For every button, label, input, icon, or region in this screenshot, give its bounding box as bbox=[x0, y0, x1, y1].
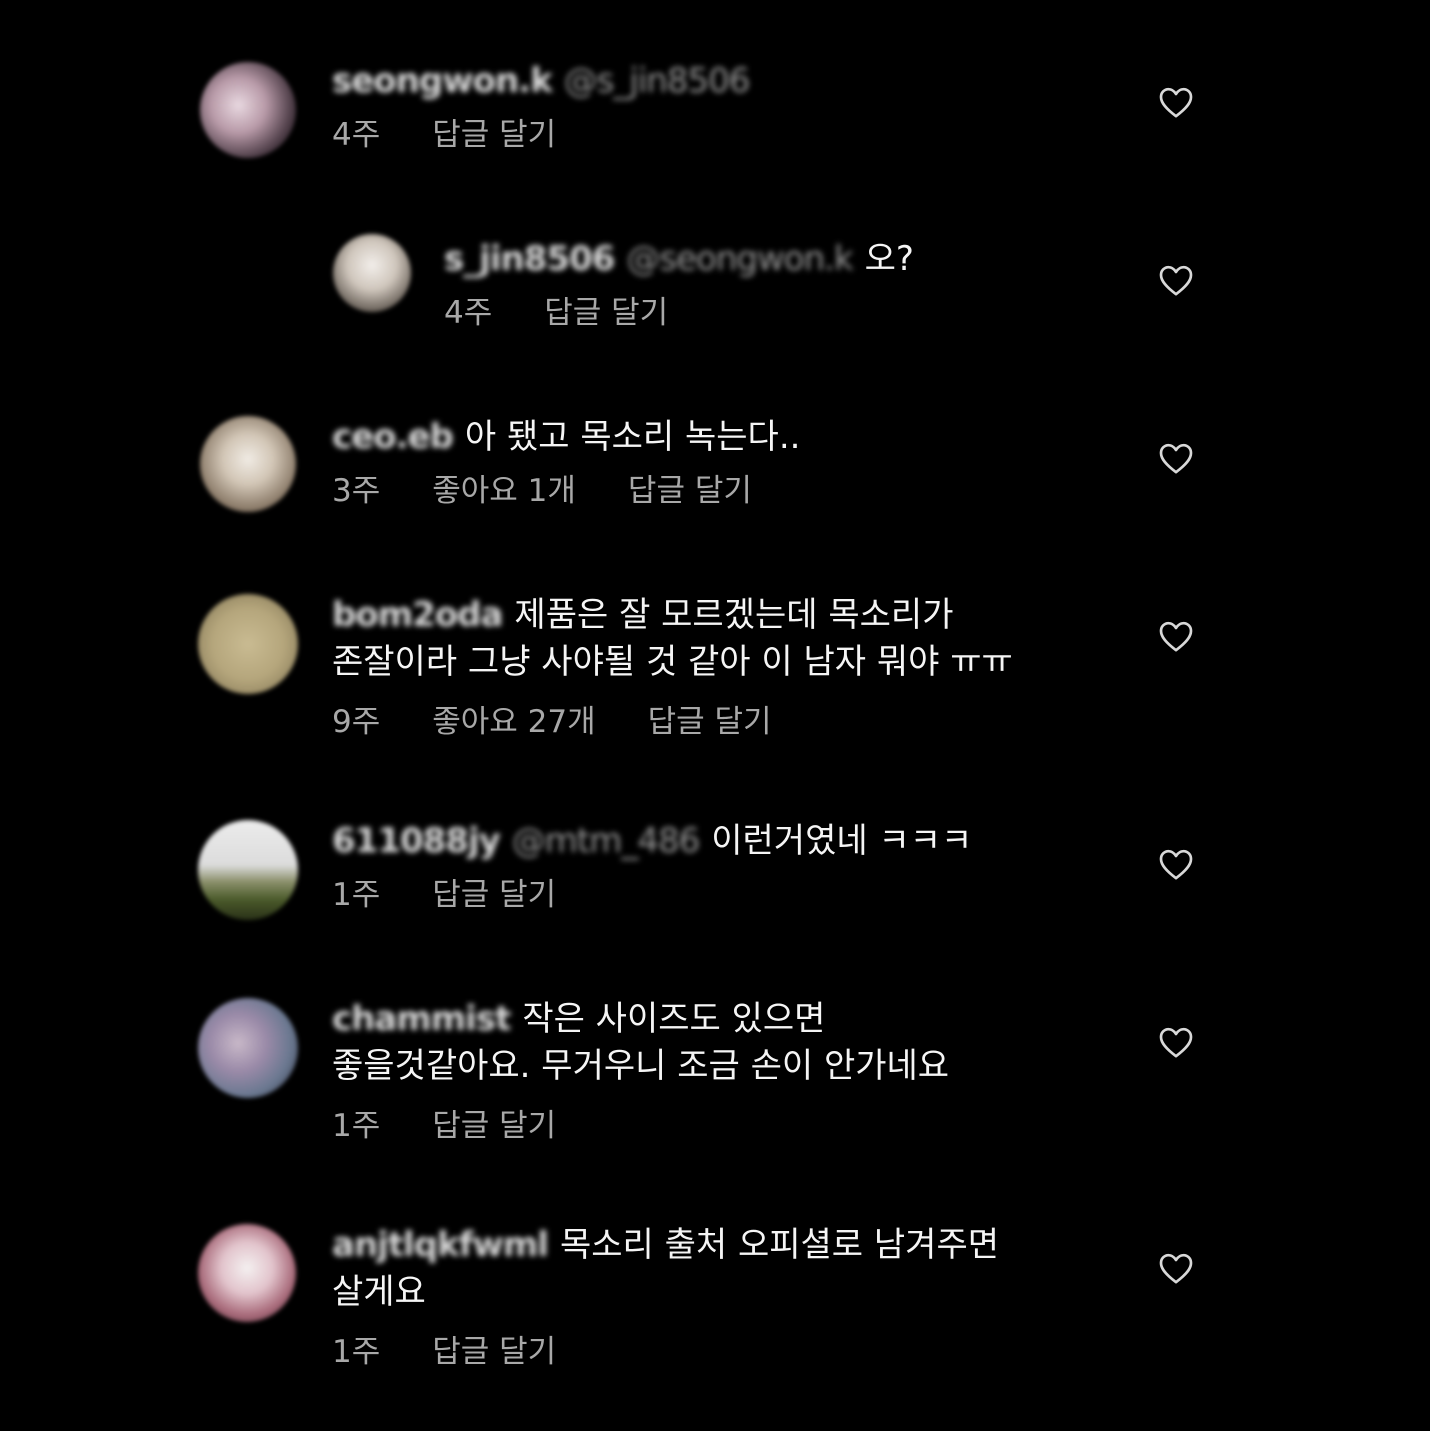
comment-time: 9주 bbox=[332, 704, 381, 740]
like-count[interactable]: 좋아요 27개 bbox=[432, 700, 595, 744]
reply-button[interactable]: 답글 달기 bbox=[432, 1104, 556, 1148]
avatar[interactable] bbox=[198, 998, 298, 1098]
like-button[interactable] bbox=[1156, 438, 1196, 478]
reply-button[interactable]: 답글 달기 bbox=[648, 700, 772, 744]
comment-time: 1주 bbox=[332, 1108, 381, 1144]
comment-text: anjtlqkfwml 목소리 출처 오피셜로 남겨주면 bbox=[332, 1222, 1110, 1269]
heart-outline-icon bbox=[1159, 849, 1193, 880]
avatar[interactable] bbox=[198, 820, 298, 920]
username[interactable]: ceo.eb bbox=[332, 414, 454, 461]
comment-meta: 4주 답글 달기 bbox=[332, 113, 1110, 157]
comment-meta: 1주 답글 달기 bbox=[332, 873, 1110, 917]
avatar[interactable] bbox=[200, 416, 296, 512]
avatar[interactable] bbox=[333, 234, 411, 312]
comment-body: 목소리 출처 오피셜로 남겨주면 bbox=[559, 1225, 1000, 1265]
comment-meta: 9주 좋아요 27개 답글 달기 bbox=[332, 700, 1110, 744]
reply-button[interactable]: 답글 달기 bbox=[432, 1330, 556, 1374]
comment-text: 611088jy @mtm_486 이런거였네 ㅋㅋㅋ bbox=[332, 818, 1110, 865]
avatar[interactable] bbox=[198, 594, 298, 694]
reply-button[interactable]: 답글 달기 bbox=[432, 113, 556, 157]
comment-meta: 1주 답글 달기 bbox=[332, 1330, 1110, 1374]
heart-outline-icon bbox=[1159, 265, 1193, 296]
comment-meta: 4주 답글 달기 bbox=[444, 291, 1110, 335]
username[interactable]: anjtlqkfwml bbox=[332, 1222, 549, 1269]
comment-time: 1주 bbox=[332, 877, 381, 913]
comment-text-continued: 좋을것같아요. 무거우니 조금 손이 안가네요 bbox=[332, 1046, 950, 1086]
reply-button[interactable]: 답글 달기 bbox=[628, 469, 752, 513]
comment-meta: 3주 좋아요 1개 답글 달기 bbox=[332, 469, 1110, 513]
mention-link[interactable]: @mtm_486 bbox=[512, 818, 700, 865]
heart-outline-icon bbox=[1159, 1027, 1193, 1058]
mention-link[interactable]: @s_jin8506 bbox=[564, 58, 751, 105]
comment-time: 4주 bbox=[444, 295, 493, 331]
comment-meta: 1주 답글 달기 bbox=[332, 1104, 1110, 1148]
like-count[interactable]: 좋아요 1개 bbox=[432, 469, 576, 513]
comment-time: 1주 bbox=[332, 1334, 381, 1370]
username[interactable]: bom2oda bbox=[332, 592, 503, 639]
comment-time: 4주 bbox=[332, 117, 381, 153]
like-button[interactable] bbox=[1156, 1248, 1196, 1288]
comment-text: s_jin8506 @seongwon.k 오? bbox=[444, 236, 1110, 283]
like-button[interactable] bbox=[1156, 82, 1196, 122]
heart-outline-icon bbox=[1159, 443, 1193, 474]
username[interactable]: chammist bbox=[332, 996, 511, 1043]
comment-text-continued: 살게요 bbox=[332, 1272, 426, 1312]
username[interactable]: s_jin8506 bbox=[444, 236, 615, 283]
comment-text: bom2oda 제품은 잘 모르겠는데 목소리가 bbox=[332, 592, 1110, 639]
mention-link[interactable]: @seongwon.k bbox=[626, 236, 853, 283]
comment-text: chammist 작은 사이즈도 있으면 bbox=[332, 996, 1110, 1043]
comment-body: 이런거였네 ㅋㅋㅋ bbox=[711, 821, 973, 861]
comment-time: 3주 bbox=[332, 473, 381, 509]
like-button[interactable] bbox=[1156, 844, 1196, 884]
like-button[interactable] bbox=[1156, 1022, 1196, 1062]
comment-body: 제품은 잘 모르겠는데 목소리가 bbox=[514, 595, 954, 635]
like-button[interactable] bbox=[1156, 616, 1196, 656]
reply-button[interactable]: 답글 달기 bbox=[432, 873, 556, 917]
comment-body: 작은 사이즈도 있으면 bbox=[522, 999, 826, 1039]
comment-body: 오? bbox=[864, 239, 914, 279]
heart-outline-icon bbox=[1159, 1253, 1193, 1284]
heart-outline-icon bbox=[1159, 87, 1193, 118]
username[interactable]: 611088jy bbox=[332, 818, 501, 865]
like-button[interactable] bbox=[1156, 260, 1196, 300]
username[interactable]: seongwon.k bbox=[332, 58, 553, 105]
comment-body: 아 됐고 목소리 녹는다.. bbox=[464, 417, 801, 457]
avatar[interactable] bbox=[198, 1224, 296, 1322]
heart-outline-icon bbox=[1159, 621, 1193, 652]
comment-text: ceo.eb 아 됐고 목소리 녹는다.. bbox=[332, 414, 1110, 461]
avatar[interactable] bbox=[200, 62, 296, 158]
comment-text-continued: 존잘이라 그냥 사야될 것 같아 이 남자 뭐야 ㅠㅠ bbox=[332, 642, 1013, 682]
comment-text: seongwon.k @s_jin8506 bbox=[332, 58, 1110, 105]
reply-button[interactable]: 답글 달기 bbox=[544, 291, 668, 335]
